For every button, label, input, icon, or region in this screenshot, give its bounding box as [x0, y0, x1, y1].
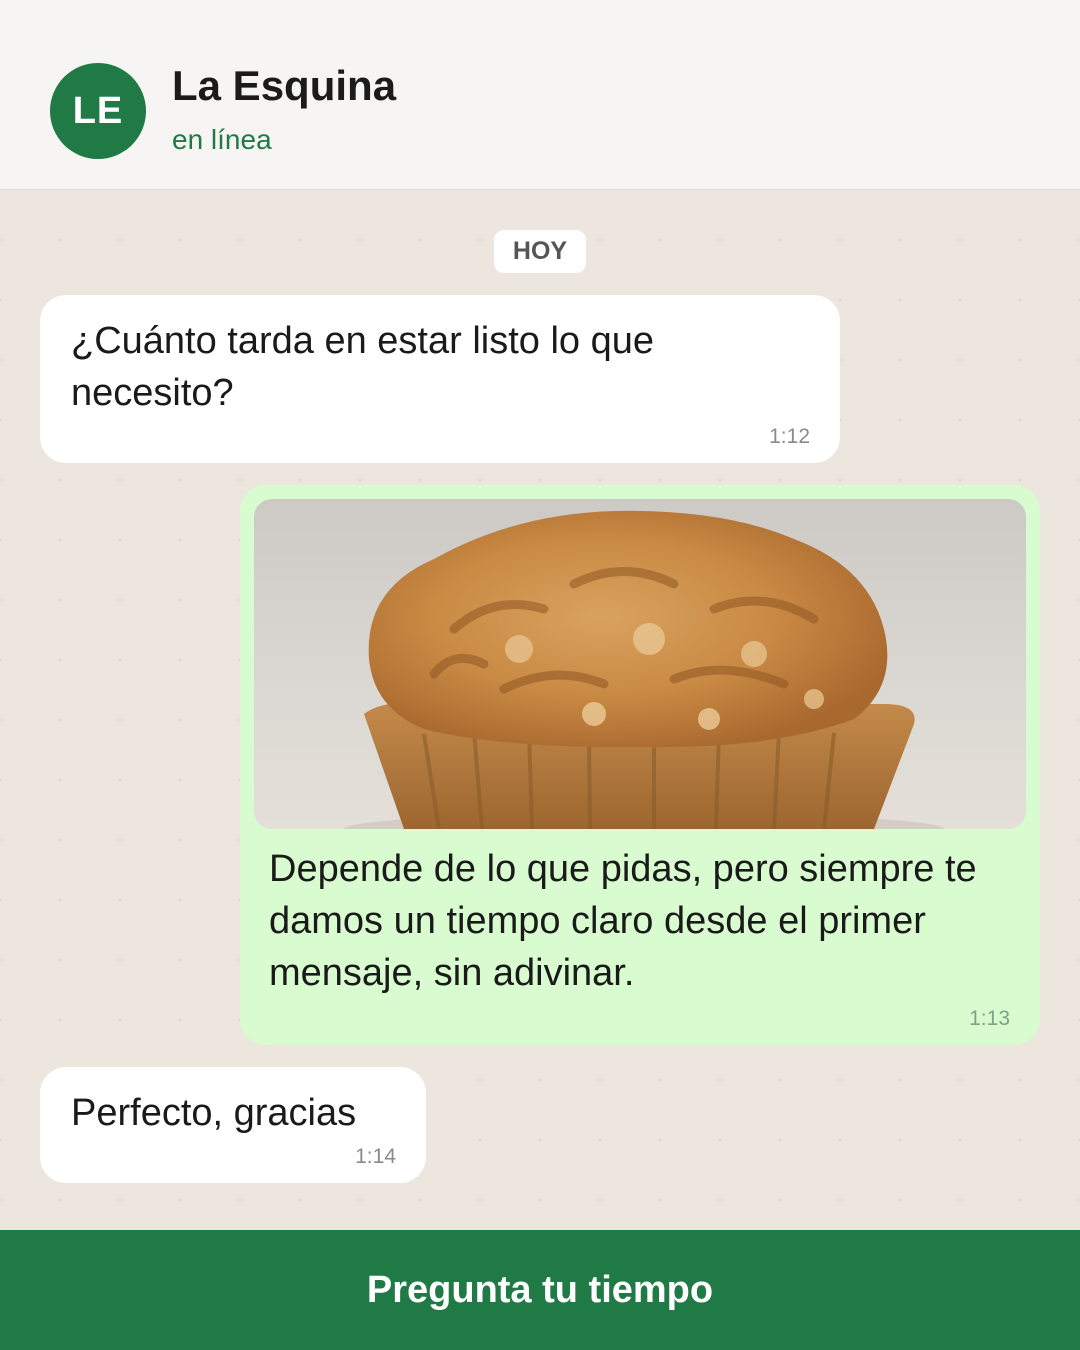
avatar[interactable]: LE	[50, 63, 146, 159]
message-bubble-outgoing[interactable]: Depende de lo que pidas, pero siempre te…	[240, 485, 1040, 1045]
chat-area[interactable]: HOY ¿Cuánto tarda en estar listo lo que …	[0, 190, 1080, 1230]
message-text: Depende de lo que pidas, pero siempre te…	[269, 848, 977, 994]
ask-time-button[interactable]: Pregunta tu tiempo	[0, 1230, 1080, 1350]
date-divider: HOY	[494, 230, 586, 273]
message-text: Perfecto, gracias	[71, 1092, 357, 1134]
message-time: 1:12	[769, 425, 810, 448]
contact-name[interactable]: La Esquina	[172, 62, 396, 110]
chat-header: LE La Esquina en línea	[0, 0, 1080, 190]
message-text: ¿Cuánto tarda en estar listo lo que nece…	[71, 320, 655, 414]
message-bubble-incoming[interactable]: Perfecto, gracias 1:14	[40, 1067, 426, 1183]
muffin-photo[interactable]	[254, 499, 1026, 829]
message-time: 1:13	[969, 1007, 1010, 1030]
message-bubble-incoming[interactable]: ¿Cuánto tarda en estar listo lo que nece…	[40, 295, 840, 463]
message-time: 1:14	[355, 1145, 396, 1168]
contact-status: en línea	[172, 124, 272, 155]
